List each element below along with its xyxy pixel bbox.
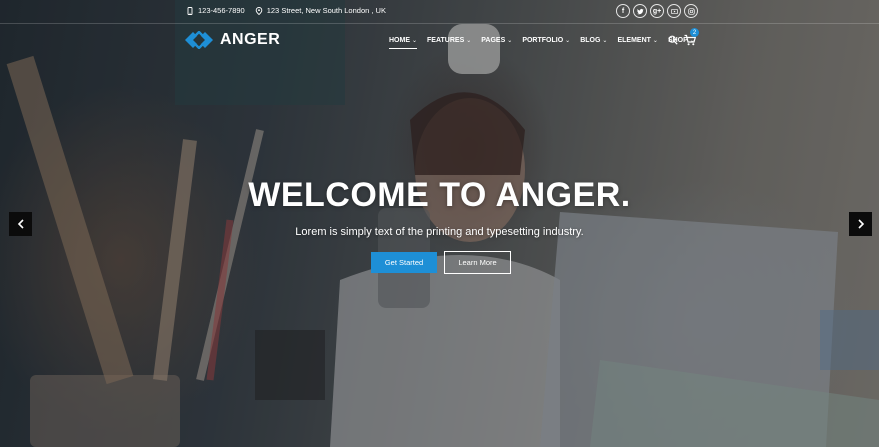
brand-logo[interactable]: ANGER <box>184 31 280 49</box>
hero-slider: 123-456-7890 123 Street, New South Londo… <box>0 0 879 447</box>
nav-item-element[interactable]: ELEMENT ⌄ <box>617 37 657 44</box>
chevron-down-icon: ⌄ <box>412 38 418 44</box>
logo-mark-icon <box>185 31 213 49</box>
nav-item-features[interactable]: FEATURES ⌄ <box>427 37 471 44</box>
facebook-icon[interactable]: f <box>616 4 630 18</box>
phone-icon <box>187 6 193 15</box>
slider-prev-button[interactable] <box>9 212 32 236</box>
chevron-down-icon: ⌄ <box>507 38 513 44</box>
chevron-down-icon: ⌄ <box>652 38 658 44</box>
slider-next-button[interactable] <box>849 212 872 236</box>
hero-overlay <box>0 0 879 447</box>
chevron-down-icon: ⌄ <box>565 38 571 44</box>
hero-title: WELCOME TO ANGER. <box>248 176 631 214</box>
search-icon[interactable] <box>668 35 678 45</box>
phone-number: 123-456-7890 <box>198 6 245 15</box>
chevron-right-icon <box>857 219 864 229</box>
learn-more-button[interactable]: Learn More <box>444 251 511 274</box>
youtube-play-glyph <box>670 8 678 14</box>
nav-item-blog[interactable]: BLOG ⌄ <box>580 37 607 44</box>
main-nav: HOME ⌄ FEATURES ⌄ PAGES ⌄ PORTFOLIO ⌄ BLOG ⌄ … <box>389 37 705 49</box>
chevron-left-icon <box>17 219 24 229</box>
chevron-down-icon: ⌄ <box>466 38 472 44</box>
brand-name: ANGER <box>220 31 281 48</box>
instagram-camera-glyph <box>687 7 695 15</box>
cart-count-badge: 2 <box>690 28 699 37</box>
chevron-down-icon: ⌄ <box>602 38 608 44</box>
get-started-button[interactable]: Get Started <box>371 252 437 273</box>
social-links: f g+ <box>616 4 698 18</box>
phone-item[interactable]: 123-456-7890 <box>186 6 245 15</box>
instagram-icon[interactable] <box>684 4 698 18</box>
nav-item-pages[interactable]: PAGES ⌄ <box>481 37 512 44</box>
nav-item-portfolio[interactable]: PORTFOLIO ⌄ <box>522 37 570 44</box>
hero-background-photo <box>6 0 879 447</box>
contact-info: 123-456-7890 123 Street, New South Londo… <box>186 6 386 15</box>
youtube-icon[interactable] <box>667 4 681 18</box>
twitter-bird-glyph <box>636 8 644 14</box>
map-pin-icon <box>255 6 262 15</box>
nav-item-home[interactable]: HOME ⌄ <box>389 37 418 49</box>
address-text: 123 Street, New South London , UK <box>266 6 386 15</box>
hero-subtitle: Lorem is simply text of the printing and… <box>295 226 584 238</box>
google-plus-icon[interactable]: g+ <box>650 4 664 18</box>
top-bar: 123-456-7890 123 Street, New South Londo… <box>0 0 879 24</box>
twitter-icon[interactable] <box>633 4 647 18</box>
address-item: 123 Street, New South London , UK <box>255 6 386 15</box>
